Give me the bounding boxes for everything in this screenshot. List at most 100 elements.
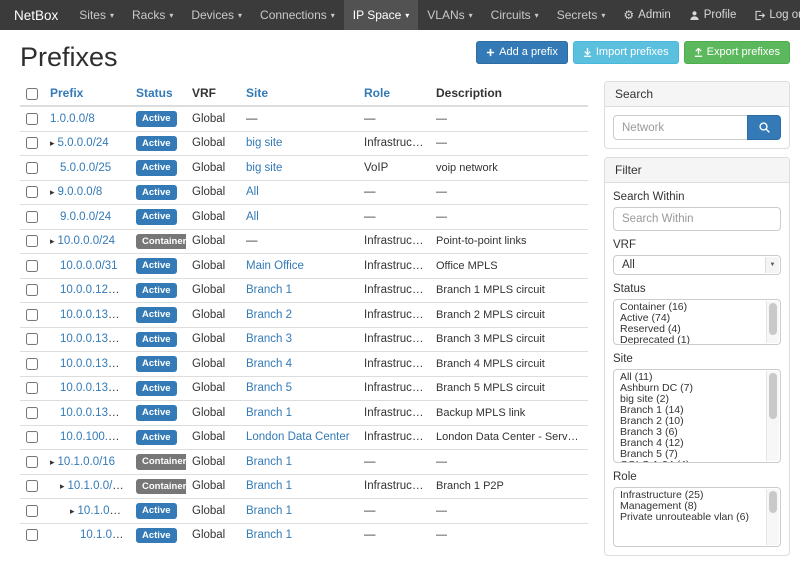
filter-option[interactable]: Container (16) — [614, 302, 764, 313]
site-filter-listbox[interactable]: All (11)Ashburn DC (7)big site (2)Branch… — [613, 369, 781, 463]
row-checkbox[interactable] — [26, 333, 38, 345]
site-link[interactable]: Main Office — [246, 260, 304, 272]
row-checkbox[interactable] — [26, 235, 38, 247]
filter-option[interactable]: Ashburn DC (7) — [614, 383, 764, 394]
nav-item-secrets[interactable]: Secrets▾ — [548, 0, 615, 30]
search-button[interactable] — [747, 115, 781, 140]
column-header-role[interactable]: Role — [364, 86, 390, 100]
prefix-link[interactable]: 10.0.0.130/31 — [60, 309, 130, 321]
row-checkbox[interactable] — [26, 382, 38, 394]
prefix-link[interactable]: 10.1.0.0/16 — [58, 456, 116, 468]
search-within-input[interactable] — [613, 207, 781, 231]
filter-option[interactable]: Deprecated (1) — [614, 335, 764, 345]
nav-item-devices[interactable]: Devices▾ — [182, 0, 251, 30]
site-link[interactable]: Branch 1 — [246, 284, 292, 296]
prefix-link[interactable]: 10.0.0.136/31 — [60, 382, 130, 394]
filter-option[interactable]: Branch 4 (12) — [614, 438, 764, 449]
search-input[interactable] — [613, 115, 747, 140]
column-header-site[interactable]: Site — [246, 86, 268, 100]
filter-option[interactable]: Branch 3 (6) — [614, 427, 764, 438]
prefix-link[interactable]: 10.1.0.0/24 — [68, 480, 126, 492]
import-prefixes-button[interactable]: Import prefixes — [573, 41, 679, 64]
filter-option[interactable]: Branch 2 (10) — [614, 416, 764, 427]
expand-arrow-icon[interactable]: ▸ — [50, 234, 55, 248]
nav-item-vlans[interactable]: VLANs▾ — [418, 0, 481, 30]
prefix-link[interactable]: 10.0.0.134/31 — [60, 358, 130, 370]
filter-option[interactable]: COLO 1-24 (4) — [614, 460, 764, 463]
row-checkbox[interactable] — [26, 309, 38, 321]
prefix-link[interactable]: 10.0.0.132/31 — [60, 333, 130, 345]
site-link[interactable]: All — [246, 186, 259, 198]
prefix-link[interactable]: 5.0.0.0/24 — [58, 137, 109, 149]
filter-option[interactable]: Active (74) — [614, 313, 764, 324]
expand-arrow-icon[interactable]: ▸ — [50, 136, 55, 150]
site-link[interactable]: big site — [246, 137, 282, 149]
prefix-link[interactable]: 5.0.0.0/25 — [60, 162, 111, 174]
row-checkbox[interactable] — [26, 211, 38, 223]
logout-link[interactable]: Log out — [745, 0, 800, 30]
row-checkbox[interactable] — [26, 456, 38, 468]
site-link[interactable]: big site — [246, 162, 282, 174]
expand-arrow-icon[interactable]: ▸ — [50, 455, 55, 469]
filter-option[interactable]: Infrastructure (25) — [614, 490, 764, 501]
site-link[interactable]: Branch 1 — [246, 480, 292, 492]
filter-option[interactable]: All (11) — [614, 372, 764, 383]
filter-option[interactable]: Branch 5 (7) — [614, 449, 764, 460]
site-link[interactable]: Branch 4 — [246, 358, 292, 370]
site-link[interactable]: All — [246, 211, 259, 223]
prefix-link[interactable]: 10.1.0.0/26 — [80, 529, 130, 541]
nav-item-connections[interactable]: Connections▾ — [251, 0, 344, 30]
prefix-link[interactable]: 10.0.0.0/31 — [60, 260, 118, 272]
scrollbar-thumb[interactable] — [769, 491, 777, 513]
column-header-prefix[interactable]: Prefix — [50, 86, 83, 100]
site-link[interactable]: Branch 1 — [246, 456, 292, 468]
nav-item-sites[interactable]: Sites▾ — [70, 0, 123, 30]
admin-link[interactable]: ⚙ Admin — [614, 0, 679, 30]
filter-option[interactable]: Management (8) — [614, 501, 764, 512]
prefix-link[interactable]: 9.0.0.0/8 — [58, 186, 103, 198]
filter-option[interactable]: Branch 1 (14) — [614, 405, 764, 416]
row-checkbox[interactable] — [26, 284, 38, 296]
column-header-status[interactable]: Status — [136, 86, 173, 100]
expand-arrow-icon[interactable]: ▸ — [60, 479, 65, 493]
row-checkbox[interactable] — [26, 358, 38, 370]
site-link[interactable]: Branch 5 — [246, 382, 292, 394]
add-prefix-button[interactable]: Add a prefix — [476, 41, 568, 64]
row-checkbox[interactable] — [26, 431, 38, 443]
row-checkbox[interactable] — [26, 113, 38, 125]
site-link[interactable]: Branch 3 — [246, 333, 292, 345]
expand-arrow-icon[interactable]: ▸ — [50, 185, 55, 199]
row-checkbox[interactable] — [26, 137, 38, 149]
prefix-link[interactable]: 10.0.0.128/31 — [60, 284, 130, 296]
prefix-link[interactable]: 10.0.100.0/24 — [60, 431, 130, 443]
filter-option[interactable]: Reserved (4) — [614, 324, 764, 335]
role-filter-listbox[interactable]: Infrastructure (25)Management (8)Private… — [613, 487, 781, 547]
status-filter-listbox[interactable]: Container (16)Active (74)Reserved (4)Dep… — [613, 299, 781, 345]
scrollbar-thumb[interactable] — [769, 303, 777, 335]
profile-link[interactable]: Profile — [680, 0, 746, 30]
export-prefixes-button[interactable]: Export prefixes — [684, 41, 790, 64]
nav-item-circuits[interactable]: Circuits▾ — [482, 0, 548, 30]
row-checkbox[interactable] — [26, 407, 38, 419]
filter-option[interactable]: Private unrouteable vlan (6) — [614, 512, 764, 523]
prefix-link[interactable]: 10.0.0.0/24 — [58, 235, 116, 247]
filter-option[interactable]: big site (2) — [614, 394, 764, 405]
nav-item-ip-space[interactable]: IP Space▾ — [344, 0, 419, 30]
prefix-link[interactable]: 9.0.0.0/24 — [60, 211, 111, 223]
row-checkbox[interactable] — [26, 162, 38, 174]
scrollbar[interactable] — [766, 489, 779, 545]
prefix-link[interactable]: 1.0.0.0/8 — [50, 113, 95, 125]
nav-item-racks[interactable]: Racks▾ — [123, 0, 182, 30]
site-link[interactable]: Branch 1 — [246, 529, 292, 541]
row-checkbox[interactable] — [26, 260, 38, 272]
prefix-link[interactable]: 10.0.0.138/31 — [60, 407, 130, 419]
scrollbar[interactable] — [766, 301, 779, 343]
site-link[interactable]: Branch 1 — [246, 407, 292, 419]
site-link[interactable]: Branch 2 — [246, 309, 292, 321]
scrollbar-thumb[interactable] — [769, 373, 777, 419]
vrf-select[interactable]: All ▼ — [613, 255, 781, 275]
row-checkbox[interactable] — [26, 529, 38, 541]
scrollbar[interactable] — [766, 371, 779, 461]
select-all-checkbox[interactable] — [26, 88, 38, 100]
row-checkbox[interactable] — [26, 186, 38, 198]
